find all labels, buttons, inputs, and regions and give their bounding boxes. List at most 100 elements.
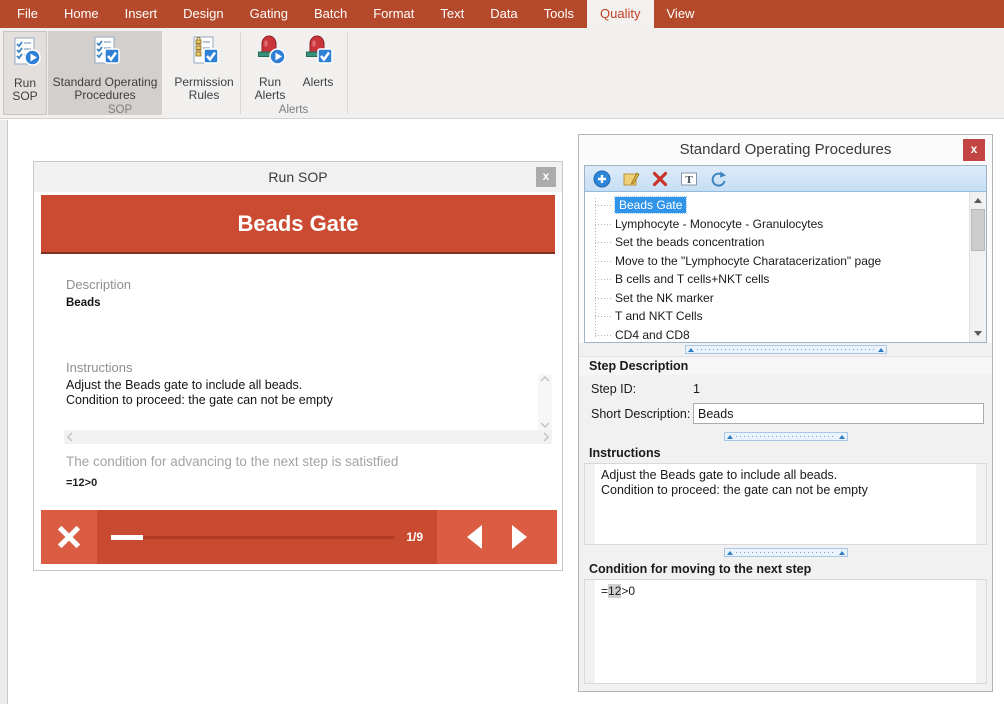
splitter-grip [697, 349, 875, 350]
tree-item-beads-gate[interactable]: Beads Gate [585, 196, 969, 215]
splitter-grip [736, 552, 836, 553]
instructions-line-1: Adjust the Beads gate to include all bea… [66, 378, 302, 392]
step-id-value: 1 [693, 382, 700, 396]
splitter-collapse-icon[interactable] [878, 348, 884, 352]
alerts-icon [301, 34, 335, 73]
description-splitter[interactable] [724, 432, 848, 441]
scroll-down-icon[interactable] [974, 331, 982, 336]
tab-view[interactable]: View [654, 0, 708, 28]
scroll-up-icon[interactable] [974, 198, 982, 203]
sop-panel-close-button[interactable]: x [963, 139, 985, 161]
tree-item-beads-concentration[interactable]: Set the beads concentration [585, 233, 969, 252]
tab-text[interactable]: Text [427, 0, 477, 28]
tree-item-label: Lymphocyte - Monocyte - Granulocytes [615, 217, 823, 231]
splitter-collapse-icon[interactable] [688, 348, 694, 352]
tree-splitter[interactable] [685, 345, 887, 354]
scroll-down-icon[interactable] [540, 422, 550, 428]
tab-format[interactable]: Format [360, 0, 427, 28]
sop-editor-panel: Standard Operating Procedures x [578, 134, 993, 692]
splitter-grip [736, 436, 836, 437]
tree-item-label: Set the NK marker [615, 291, 714, 305]
condition-textbox[interactable]: =12>0 [584, 579, 987, 684]
scroll-left-icon[interactable] [67, 432, 73, 442]
scroll-right-icon[interactable] [543, 432, 549, 442]
sop-steps-listbox: T Beads Gate Lymphocyte - Monocyte - Gra… [584, 165, 987, 343]
tab-insert[interactable]: Insert [112, 0, 171, 28]
tree-item-label: Set the beads concentration [615, 235, 764, 249]
condition-prefix: = [601, 584, 608, 598]
run-sop-close-button[interactable]: x [536, 167, 556, 187]
stop-sop-button[interactable] [41, 510, 97, 564]
tab-quality[interactable]: Quality [587, 0, 653, 28]
progress-track[interactable] [111, 536, 394, 539]
tree-item-t-nkt-cells[interactable]: T and NKT Cells [585, 307, 969, 326]
condition-highlighted-token: 12 [608, 584, 621, 598]
add-step-icon[interactable] [593, 170, 611, 188]
short-description-input[interactable] [693, 403, 984, 424]
tree-item-lymph-mono-gran[interactable]: Lymphocyte - Monocyte - Granulocytes [585, 215, 969, 234]
splitter-collapse-icon[interactable] [839, 435, 845, 439]
tab-data[interactable]: Data [477, 0, 530, 28]
sop-group-label: SOP [0, 104, 240, 116]
tab-batch[interactable]: Batch [301, 0, 360, 28]
tree-item-move-page[interactable]: Move to the "Lymphocyte Charatacerizatio… [585, 252, 969, 271]
scroll-thumb[interactable] [971, 209, 985, 251]
tab-gating[interactable]: Gating [237, 0, 301, 28]
run-sop-dialog: Run SOP x Beads Gate Description Beads I… [33, 161, 563, 571]
instructions-line-2: Condition to proceed: the gate can not b… [66, 393, 333, 407]
group-divider [347, 32, 348, 114]
description-value: Beads [66, 297, 101, 309]
condition-suffix: >0 [621, 584, 635, 598]
tree-item-label: T and NKT Cells [615, 309, 703, 323]
delete-step-icon[interactable] [651, 170, 669, 188]
tab-tools[interactable]: Tools [531, 0, 587, 28]
progress-fill[interactable] [111, 535, 143, 540]
scroll-up-icon[interactable] [540, 376, 550, 382]
step-title-banner: Beads Gate [41, 195, 555, 254]
undo-icon[interactable] [709, 170, 727, 188]
step-title: Beads Gate [237, 211, 358, 237]
next-step-button[interactable] [512, 525, 527, 549]
run-sop-titlebar[interactable]: Run SOP x [34, 162, 562, 192]
step-id-label: Step ID: [591, 382, 636, 396]
alerts-button[interactable]: Alerts [296, 31, 340, 115]
instructions-horizontal-scrollbar[interactable] [64, 430, 552, 444]
run-sop-label: Run SOP [4, 77, 46, 103]
standard-operating-procedures-label: Standard Operating Procedures [48, 76, 162, 102]
edit-step-icon[interactable] [622, 170, 640, 188]
instructions-label: Instructions [66, 360, 132, 375]
splitter-collapse-icon[interactable] [839, 551, 845, 555]
permission-rules-button[interactable]: Permission Rules [170, 31, 238, 115]
rename-step-icon[interactable]: T [680, 170, 698, 188]
splitter-collapse-icon[interactable] [727, 551, 733, 555]
tree-item-cd4-cd8[interactable]: CD4 and CD8 [585, 326, 969, 343]
condition-status-text: The condition for advancing to the next … [66, 454, 398, 469]
tab-file[interactable]: File [4, 0, 51, 28]
instructions-splitter[interactable] [724, 548, 848, 557]
previous-step-button[interactable] [467, 525, 482, 549]
group-divider [240, 32, 241, 114]
sop-step-nav [437, 510, 557, 564]
sop-navigation-bar: 1/9 [41, 510, 557, 564]
svg-text:T: T [685, 174, 693, 186]
document-canvas: Run SOP x Beads Gate Description Beads I… [0, 120, 1004, 704]
tree-item-b-t-nkt[interactable]: B cells and T cells+NKT cells [585, 270, 969, 289]
splitter-collapse-icon[interactable] [727, 435, 733, 439]
sop-progress-section: 1/9 [97, 510, 437, 564]
ribbon-tab-bar: File Home Insert Design Gating Batch For… [0, 0, 1004, 28]
run-alerts-button[interactable]: Run Alerts [247, 31, 293, 115]
tab-home[interactable]: Home [51, 0, 112, 28]
description-label: Description [66, 277, 131, 292]
standard-operating-procedures-button[interactable]: Standard Operating Procedures [48, 31, 162, 115]
tree-item-label: Move to the "Lymphocyte Charatacerizatio… [615, 254, 881, 268]
instructions-textbox[interactable]: Adjust the Beads gate to include all bea… [584, 463, 987, 545]
run-alerts-label: Run Alerts [247, 76, 293, 102]
step-description-header: Step Description [579, 356, 992, 375]
permission-rules-label: Permission Rules [170, 76, 238, 102]
stop-x-icon [55, 523, 83, 551]
run-sop-button[interactable]: Run SOP [3, 31, 47, 115]
tree-item-nk-marker[interactable]: Set the NK marker [585, 289, 969, 308]
tab-design[interactable]: Design [170, 0, 236, 28]
instructions-vertical-scrollbar[interactable] [538, 374, 552, 430]
tree-scrollbar[interactable] [969, 192, 986, 342]
